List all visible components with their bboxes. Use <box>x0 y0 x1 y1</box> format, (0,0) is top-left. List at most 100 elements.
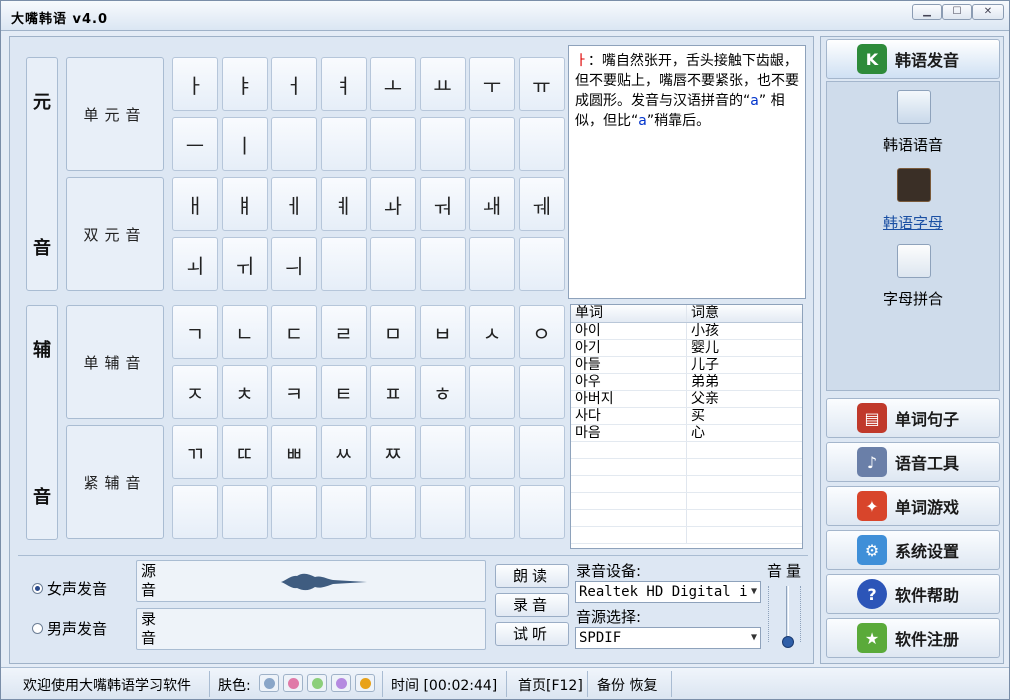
sub-item-combine[interactable]: 字母拼合 <box>827 288 999 309</box>
category-vowel-top: 元 <box>33 92 51 113</box>
jamo-cell[interactable]: ㄱ <box>172 305 218 359</box>
jamo-cell[interactable]: ㅝ <box>419 177 466 231</box>
menu-words[interactable]: ▤ 单词句子 <box>826 398 1000 438</box>
status-bar: 欢迎使用大嘴韩语学习软件 肤色: 时间 [00:02:44] 首页[F12] 备… <box>1 667 1009 699</box>
jamo-cell[interactable]: ㅕ <box>320 57 367 111</box>
jamo-cell[interactable]: ㅢ <box>271 237 317 291</box>
source-select[interactable]: SPDIF ▼ <box>575 627 761 649</box>
word-empty <box>687 459 802 475</box>
radio-male-dot[interactable] <box>32 623 43 634</box>
group-single-vowel[interactable]: 单元音 <box>66 57 164 171</box>
jamo-cell[interactable]: ㅜ <box>469 57 515 111</box>
jamo-cell[interactable]: ㅞ <box>518 177 565 231</box>
close-button[interactable]: ✕ <box>972 4 1004 20</box>
word-row[interactable]: 아우 弟弟 <box>571 374 802 391</box>
group-single-consonant[interactable]: 单辅音 <box>66 305 164 419</box>
skin-dot <box>335 677 347 689</box>
notebook-icon[interactable] <box>897 90 931 124</box>
word-row[interactable]: 아들 儿子 <box>571 357 802 374</box>
sub-item-alphabet[interactable]: 韩语字母 <box>827 212 999 233</box>
jamo-cell[interactable]: ㅌ <box>320 365 367 419</box>
word-empty <box>687 442 802 458</box>
jamo-cell[interactable]: ㅣ <box>221 117 268 171</box>
word-row[interactable]: 사다 买 <box>571 408 802 425</box>
jamo-cell[interactable]: ㅒ <box>221 177 268 231</box>
jamo-cell[interactable]: ㅃ <box>271 425 317 479</box>
chevron-down-icon[interactable]: ▼ <box>751 628 757 648</box>
jamo-cell[interactable]: ㅅ <box>469 305 515 359</box>
menu-tools[interactable]: ♪ 语音工具 <box>826 442 1000 482</box>
radio-male[interactable]: 男声发音 <box>32 618 107 639</box>
menu-settings[interactable]: ⚙ 系统设置 <box>826 530 1000 570</box>
record-button[interactable]: 录音 <box>495 593 569 617</box>
skin-swatch[interactable] <box>259 674 279 692</box>
skin-swatch[interactable] <box>331 674 351 692</box>
sub-item-voice[interactable]: 韩语语音 <box>827 134 999 155</box>
maximize-button[interactable]: ☐ <box>942 4 972 20</box>
word-list: 单词 词意 아이 小孩 아기 婴儿 아들 儿子 아우 弟弟 아버지 父亲 사다 买 마음 心 <box>570 304 803 549</box>
radio-female-dot[interactable] <box>32 583 43 594</box>
jamo-cell[interactable]: ㅆ <box>320 425 367 479</box>
minimize-button[interactable]: ▁ <box>912 4 942 20</box>
jamo-cell[interactable]: ㄷ <box>271 305 317 359</box>
jamo-cell-empty <box>320 117 367 171</box>
jamo-cell[interactable]: ㄹ <box>320 305 367 359</box>
menu-pronounce[interactable]: K 韩语发音 <box>826 39 1000 79</box>
jamo-cell[interactable]: ㄲ <box>172 425 218 479</box>
jamo-cell[interactable]: ㅇ <box>518 305 565 359</box>
jamo-cell[interactable]: ㄸ <box>221 425 268 479</box>
jamo-cell[interactable]: ㅑ <box>221 57 268 111</box>
skin-swatch[interactable] <box>355 674 375 692</box>
chalkboard-icon[interactable] <box>897 168 931 202</box>
chevron-down-icon[interactable]: ▼ <box>751 582 757 602</box>
volume-thumb[interactable] <box>782 636 794 648</box>
group-tense-consonant[interactable]: 紧辅音 <box>66 425 164 539</box>
jamo-cell[interactable]: ㅈ <box>172 365 218 419</box>
word-empty <box>571 459 687 475</box>
radio-female[interactable]: 女声发音 <box>32 578 107 599</box>
menu-game[interactable]: ✦ 单词游戏 <box>826 486 1000 526</box>
skin-swatch[interactable] <box>307 674 327 692</box>
jamo-cell[interactable]: ㄴ <box>221 305 268 359</box>
jamo-cell[interactable]: ㅉ <box>370 425 416 479</box>
jamo-cell[interactable]: ㅚ <box>172 237 218 291</box>
group-double-vowel[interactable]: 双元音 <box>66 177 164 291</box>
device-select[interactable]: Realtek HD Digital i ▼ <box>575 581 761 603</box>
volume-track <box>786 586 789 642</box>
read-button[interactable]: 朗读 <box>495 564 569 588</box>
home-link[interactable]: 首页[F12] <box>518 675 583 695</box>
jamo-cell[interactable]: ㅗ <box>370 57 416 111</box>
jamo-cell[interactable]: ㅓ <box>271 57 317 111</box>
listen-button[interactable]: 试听 <box>495 622 569 646</box>
jamo-cell[interactable]: ㅖ <box>320 177 367 231</box>
menu-register[interactable]: ★ 软件注册 <box>826 618 1000 658</box>
word-row[interactable]: 아버지 父亲 <box>571 391 802 408</box>
skin-swatch[interactable] <box>283 674 303 692</box>
col-word[interactable]: 单词 <box>571 305 687 322</box>
jamo-cell[interactable]: ㅍ <box>370 365 416 419</box>
word-empty <box>571 476 687 492</box>
jamo-cell[interactable]: ㅟ <box>221 237 268 291</box>
jamo-cell[interactable]: ㅁ <box>370 305 416 359</box>
jamo-cell[interactable]: ㅔ <box>271 177 317 231</box>
jamo-cell[interactable]: ㅊ <box>221 365 268 419</box>
jamo-cell[interactable]: ㅘ <box>370 177 416 231</box>
menu-help[interactable]: ? 软件帮助 <box>826 574 1000 614</box>
word-row[interactable]: 마음 心 <box>571 425 802 442</box>
jamo-cell[interactable]: ㅏ <box>172 57 218 111</box>
jamo-cell[interactable]: ㅎ <box>419 365 466 419</box>
volume-slider[interactable] <box>768 586 808 648</box>
jamo-cell[interactable]: ㅋ <box>271 365 317 419</box>
jamo-cell[interactable]: ㅂ <box>419 305 466 359</box>
status-divider <box>587 671 588 697</box>
chart-icon[interactable] <box>897 244 931 278</box>
word-row[interactable]: 아이 小孩 <box>571 323 802 340</box>
jamo-cell[interactable]: ㅙ <box>469 177 515 231</box>
jamo-cell[interactable]: ㅡ <box>172 117 218 171</box>
jamo-cell[interactable]: ㅠ <box>518 57 565 111</box>
col-meaning[interactable]: 词意 <box>687 305 802 322</box>
backup-restore[interactable]: 备份 恢复 <box>597 675 657 695</box>
jamo-cell[interactable]: ㅐ <box>172 177 218 231</box>
word-row[interactable]: 아기 婴儿 <box>571 340 802 357</box>
jamo-cell[interactable]: ㅛ <box>419 57 466 111</box>
